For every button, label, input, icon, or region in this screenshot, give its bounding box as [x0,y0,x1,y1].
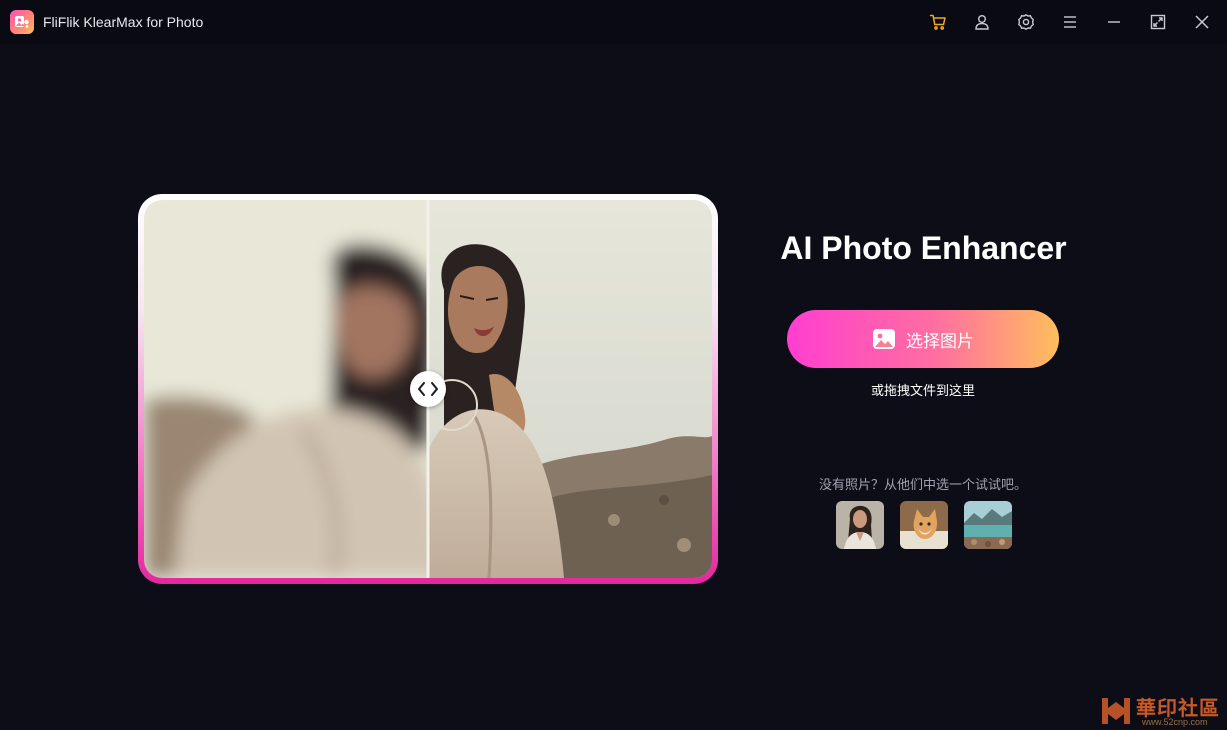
watermark: 華印社區 www.52cnp.com [1098,690,1227,730]
app-title: FliFlik KlearMax for Photo [43,14,204,30]
settings-icon[interactable] [1014,10,1038,34]
close-icon[interactable] [1190,10,1214,34]
title-bar: FliFlik KlearMax for Photo [0,0,1227,44]
sample-portrait-thumbnail[interactable] [836,501,884,549]
drop-hint: 或拖拽文件到这里 [870,383,975,398]
sample-hint: 没有照片？从他们中选一个试试吧。 [818,477,1027,492]
sample-cat-thumbnail[interactable] [900,501,948,549]
page-title: AI Photo Enhancer [780,230,1067,266]
watermark-url: www.52cnp.com [1142,717,1208,727]
app-logo-icon [10,10,34,34]
cart-icon[interactable] [926,10,950,34]
user-icon[interactable] [970,10,994,34]
image-icon [872,327,896,351]
sample-landscape-thumbnail[interactable] [964,501,1012,549]
select-image-button[interactable]: 选择图片 [787,310,1059,368]
menu-icon[interactable] [1058,10,1082,34]
compare-slider-handle[interactable] [410,371,446,407]
minimize-icon[interactable] [1102,10,1126,34]
watermark-logo-icon [1102,698,1130,724]
maximize-icon[interactable] [1146,10,1170,34]
select-image-label: 选择图片 [906,331,974,351]
